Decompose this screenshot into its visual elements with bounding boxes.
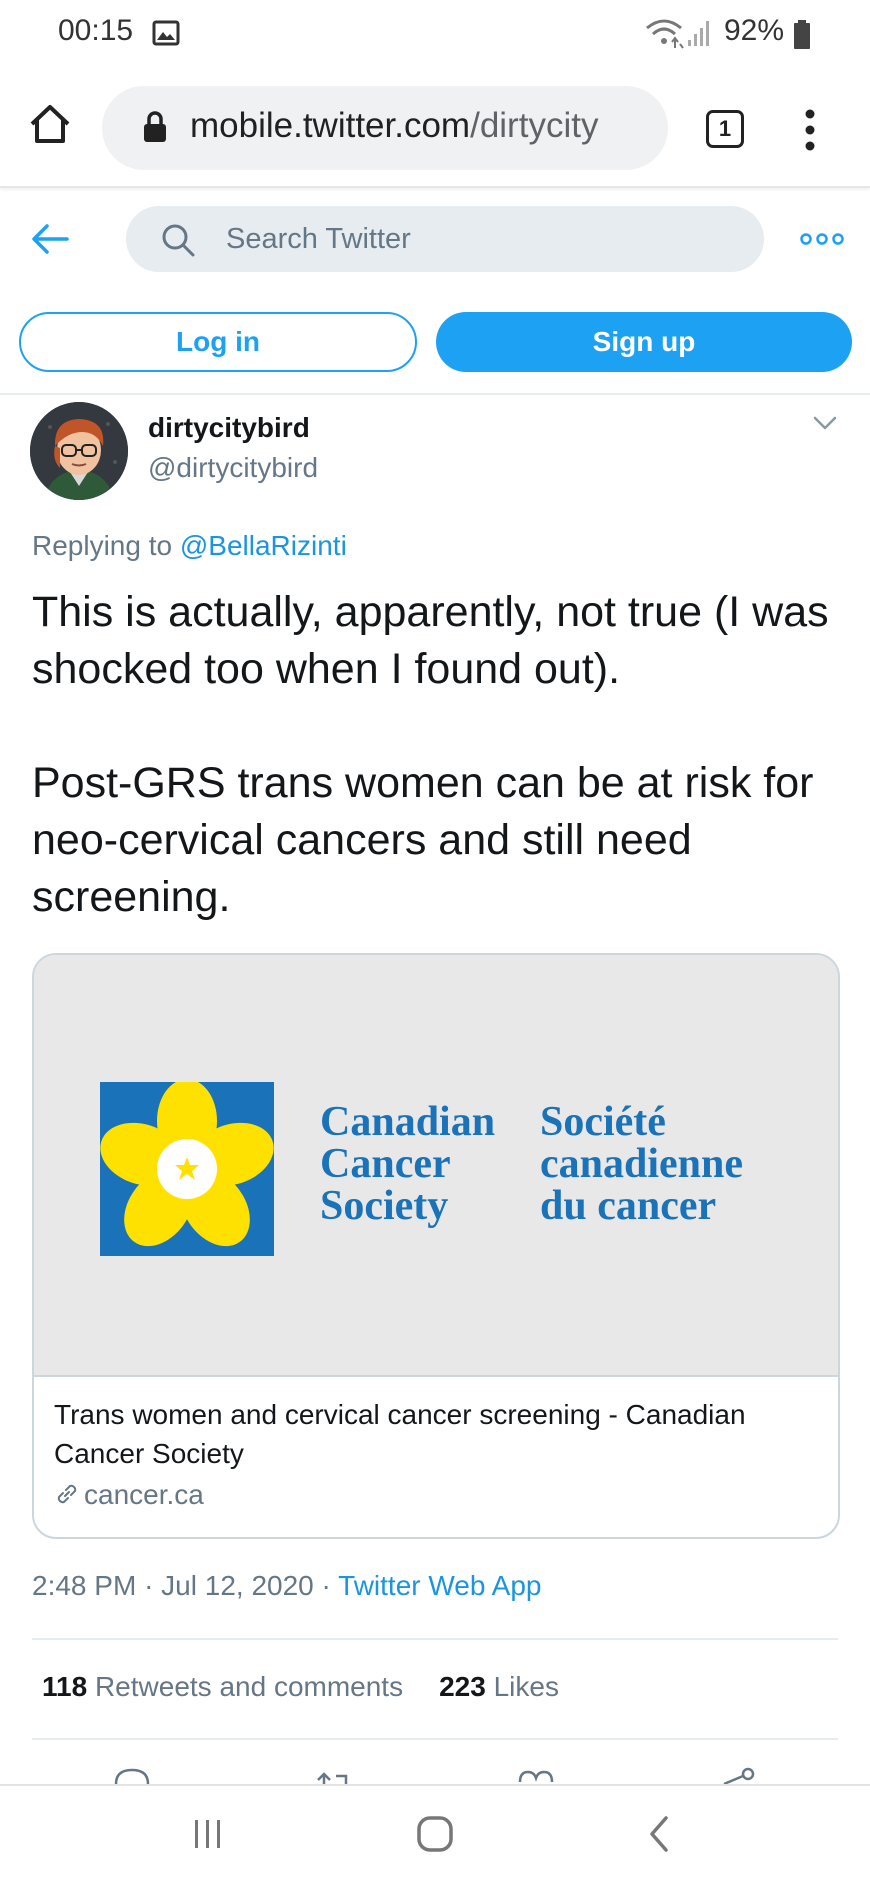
chevron-down-icon[interactable]	[812, 414, 838, 432]
more-options-icon[interactable]	[800, 232, 844, 246]
display-name[interactable]: dirtycitybird	[148, 412, 310, 444]
card-title: Trans women and cervical cancer screenin…	[54, 1399, 746, 1469]
tweet-actions	[0, 1764, 870, 1784]
system-navigation-bar	[0, 1784, 870, 1884]
link-icon	[57, 1484, 77, 1504]
user-handle[interactable]: @dirtycitybird	[148, 452, 318, 484]
tweet-source[interactable]: Twitter Web App	[338, 1570, 541, 1601]
share-icon[interactable]	[718, 1764, 758, 1784]
battery-icon	[794, 20, 810, 49]
avatar[interactable]	[30, 402, 128, 500]
tweet-stats: 118 Retweets and comments 223 Likes	[42, 1671, 559, 1703]
search-input[interactable]	[226, 218, 726, 260]
divider	[32, 1638, 838, 1640]
url-bar[interactable]: mobile.twitter.com/dirtycity	[102, 86, 668, 170]
divider	[32, 1738, 838, 1740]
battery-percent: 92%	[724, 14, 785, 47]
card-image: Canadian Cancer Society Société canadien…	[34, 955, 838, 1377]
nav-back-icon[interactable]	[646, 1814, 672, 1854]
login-button[interactable]: Log in	[19, 312, 417, 372]
tweet-text: This is actually, apparently, not true (…	[32, 584, 852, 926]
wifi-icon	[646, 19, 684, 49]
mention-link[interactable]: @BellaRizinti	[180, 530, 347, 561]
logo-text-english: Canadian Cancer Society	[320, 1099, 496, 1229]
reply-icon[interactable]	[112, 1764, 152, 1784]
status-bar: 00:15 92%	[0, 0, 870, 70]
image-icon	[152, 20, 180, 46]
signal-icon	[688, 21, 709, 46]
divider	[0, 393, 870, 395]
twitter-header	[0, 190, 870, 290]
logo-text-french: Société canadienne du cancer	[540, 1099, 744, 1229]
lock-icon	[144, 111, 166, 142]
tweet-meta: 2:48 PM · Jul 12, 2020 · Twitter Web App	[32, 1570, 542, 1601]
search-icon	[162, 224, 195, 257]
browser-toolbar: mobile.twitter.com/dirtycity 1	[0, 70, 870, 188]
tab-switcher-button[interactable]: 1	[706, 110, 744, 148]
tweet-time[interactable]: 2:48 PM	[32, 1570, 136, 1601]
replying-to: Replying to @BellaRizinti	[32, 530, 347, 561]
menu-dots-icon[interactable]	[800, 108, 820, 152]
retweet-icon[interactable]	[314, 1764, 354, 1784]
tweet-paragraph: Post-GRS trans women can be at risk for …	[32, 759, 814, 921]
link-preview-card[interactable]: Canadian Cancer Society Société canadien…	[32, 953, 840, 1539]
home-icon[interactable]	[28, 102, 72, 146]
recent-apps-icon[interactable]	[190, 1816, 226, 1852]
avatar-illustration	[30, 402, 128, 500]
url-text: mobile.twitter.com/dirtycity	[190, 106, 599, 145]
card-domain: cancer.ca	[54, 1479, 204, 1511]
back-arrow-icon[interactable]	[30, 222, 70, 256]
likes-stat[interactable]: 223 Likes	[439, 1671, 559, 1702]
search-box[interactable]	[126, 206, 764, 272]
like-icon[interactable]	[516, 1764, 556, 1784]
retweets-stat[interactable]: 118 Retweets and comments	[42, 1671, 403, 1702]
daffodil-logo-icon	[100, 1082, 274, 1256]
signup-button[interactable]: Sign up	[436, 312, 852, 372]
nav-home-icon[interactable]	[415, 1814, 455, 1854]
status-time: 00:15	[58, 14, 134, 47]
tweet-paragraph: This is actually, apparently, not true (…	[32, 588, 829, 693]
tweet-date[interactable]: Jul 12, 2020	[161, 1570, 314, 1601]
